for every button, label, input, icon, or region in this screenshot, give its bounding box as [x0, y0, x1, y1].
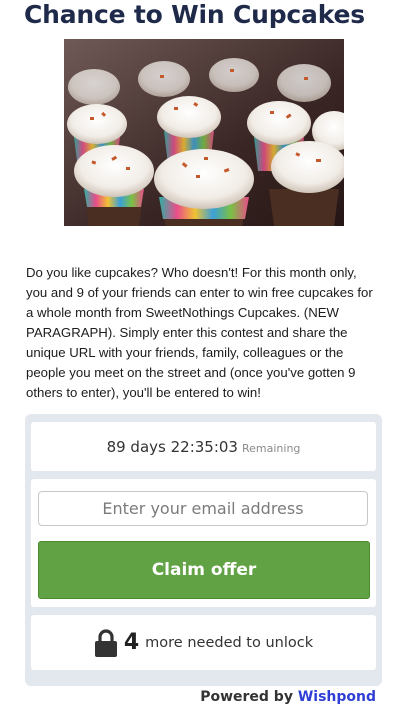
unlock-panel: 4 more needed to unlock [31, 615, 376, 670]
email-field[interactable] [38, 491, 368, 526]
countdown-panel: 89 days 22:35:03 Remaining [31, 422, 376, 471]
wishpond-link[interactable]: Wishpond [298, 689, 376, 705]
lock-icon [94, 628, 118, 657]
page-title: Chance to Win Cupcakes [24, 0, 365, 29]
contest-description: Do you like cupcakes? Who doesn't! For t… [26, 265, 373, 400]
unlock-count: 4 [123, 630, 140, 655]
countdown-suffix: Remaining [241, 441, 301, 455]
claim-offer-button[interactable]: Claim offer [38, 541, 370, 599]
powered-by: Powered by Wishpond [200, 689, 376, 705]
unlock-message: more needed to unlock [145, 634, 314, 651]
powered-by-label: Powered by [200, 689, 293, 705]
offer-widget: 89 days 22:35:03 Remaining Claim offer 4… [25, 414, 382, 686]
signup-form: Claim offer [31, 479, 376, 607]
cupcakes-photo [64, 39, 344, 226]
countdown-timer: 89 days 22:35:03 [106, 437, 238, 456]
